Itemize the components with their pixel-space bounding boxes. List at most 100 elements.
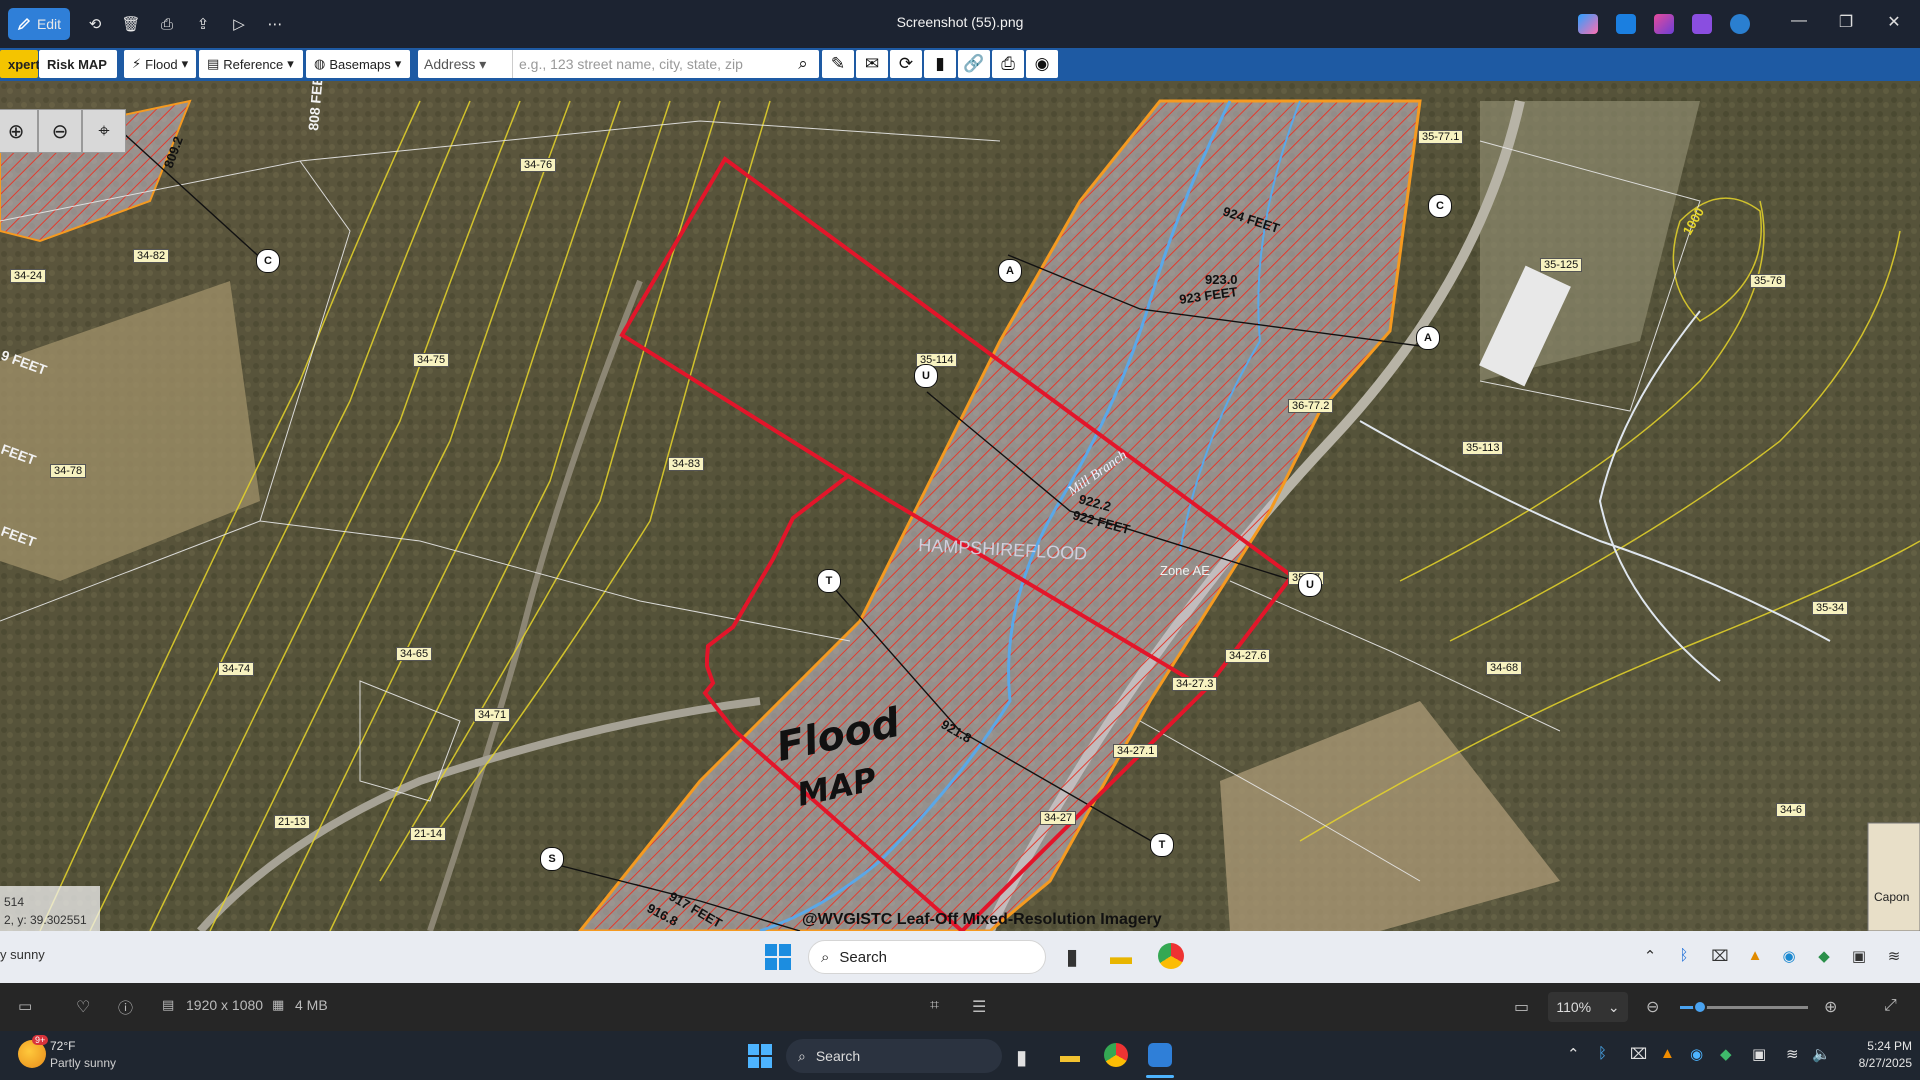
- restore-icon[interactable]: ❐: [1834, 12, 1858, 36]
- copilot-icon[interactable]: [1578, 14, 1598, 34]
- cross-section-marker: C: [1428, 194, 1452, 218]
- captured-app-icon[interactable]: ▲: [1745, 947, 1765, 967]
- captured-app2-icon[interactable]: ◉: [1779, 947, 1799, 967]
- comment-icon[interactable]: ✉: [856, 50, 888, 78]
- zone-label: Zone AE: [1160, 563, 1210, 578]
- photos-app-icon[interactable]: [1148, 1043, 1172, 1067]
- reference-menu-label: Reference: [223, 56, 284, 72]
- captured-chevron-icon[interactable]: ⌃: [1640, 947, 1660, 967]
- captured-wifi-icon[interactable]: ≋: [1884, 947, 1904, 967]
- cross-section-marker: S: [540, 847, 564, 871]
- filmstrip-icon[interactable]: ▭: [18, 997, 32, 1015]
- zoom-in-viewer-icon[interactable]: ⊕: [1824, 997, 1837, 1017]
- display-icon[interactable]: ▣: [1752, 1045, 1766, 1063]
- parcel-label: 34-24: [10, 269, 47, 283]
- map-canvas[interactable]: Flood MAP HAMPSHIREFLOOD Zone AE Mill Br…: [0, 67, 1920, 934]
- map-toolbar: xpert Risk MAP ⚡ Flood ▾ ▤ Reference ▾ ◍ Base…: [0, 48, 1920, 81]
- parcel-label: 35-113: [1462, 441, 1504, 455]
- captured-display-icon[interactable]: ▣: [1849, 947, 1869, 967]
- tray-chevron-icon[interactable]: ⌃: [1567, 1045, 1580, 1063]
- flood-menu[interactable]: ⚡ Flood ▾: [124, 50, 196, 78]
- address-type-select[interactable]: Address ▾: [418, 50, 513, 78]
- cross-section-marker: U: [1298, 573, 1322, 597]
- address-input[interactable]: e.g., 123 street name, city, state, zip: [513, 56, 743, 72]
- task-view-icon[interactable]: ▮: [1016, 1045, 1027, 1070]
- file-explorer-icon[interactable]: ▬: [1060, 1045, 1080, 1068]
- minimize-icon[interactable]: —: [1787, 12, 1811, 36]
- bluetooth-icon[interactable]: ᛒ: [1598, 1045, 1607, 1062]
- flood-menu-label: Flood: [145, 56, 178, 72]
- parcel-label: 34-65: [396, 647, 433, 661]
- visual-search-icon[interactable]: ⌗: [930, 997, 939, 1015]
- usb-icon[interactable]: ⌧: [1630, 1045, 1647, 1063]
- weather-badge: 9+: [32, 1035, 49, 1045]
- coordinate-line1: 514: [4, 895, 24, 909]
- parcel-label: 34-74: [218, 662, 255, 676]
- dimensions-icon: ▤: [162, 997, 175, 1012]
- text-extract-icon[interactable]: ☰: [972, 997, 986, 1017]
- tray-app-icon[interactable]: ▲: [1660, 1045, 1675, 1062]
- zoom-slider[interactable]: [1680, 1000, 1808, 1014]
- reference-menu[interactable]: ▤ Reference ▾: [199, 50, 303, 78]
- clipchamp-icon[interactable]: [1692, 14, 1712, 34]
- tab-expert[interactable]: xpert: [0, 50, 40, 78]
- fullscreen-icon[interactable]: ⤢: [1884, 997, 1897, 1015]
- fit-to-window-icon[interactable]: ▭: [1514, 997, 1529, 1017]
- search-icon[interactable]: ⌕: [787, 50, 819, 78]
- clock-date[interactable]: 8/27/2025: [1840, 1056, 1912, 1070]
- zoom-in-icon[interactable]: ⊕: [0, 109, 38, 153]
- info-icon[interactable]: ⓘ: [118, 997, 133, 1018]
- address-search[interactable]: Address ▾ e.g., 123 street name, city, s…: [418, 50, 816, 78]
- cross-section-marker: U: [914, 364, 938, 388]
- start-icon[interactable]: [748, 1044, 772, 1068]
- basemaps-menu[interactable]: ◍ Basemaps ▾: [306, 50, 410, 78]
- draw-icon[interactable]: ✎: [822, 50, 854, 78]
- app-shortcuts: [1578, 14, 1750, 34]
- captured-start-icon[interactable]: [765, 944, 791, 970]
- designer-icon[interactable]: [1654, 14, 1674, 34]
- locate-icon[interactable]: ◉: [1026, 50, 1058, 78]
- captured-explorer-icon[interactable]: ▬: [1110, 944, 1132, 969]
- zoom-level-select[interactable]: 110% ⌄: [1548, 992, 1628, 1022]
- zoom-slider-thumb[interactable]: [1693, 1000, 1707, 1014]
- wifi-icon[interactable]: ≋: [1786, 1045, 1799, 1063]
- favorite-icon[interactable]: ♡: [76, 997, 90, 1017]
- parcel-label: 35-77.1: [1418, 130, 1464, 144]
- zoom-out-icon[interactable]: ⊖: [38, 109, 82, 153]
- screenshot-image: xpert Risk MAP ⚡ Flood ▾ ▤ Reference ▾ ◍ Base…: [0, 48, 1920, 983]
- captured-chrome-icon[interactable]: [1158, 943, 1184, 969]
- parcel-label: 35-125: [1540, 258, 1583, 272]
- volume-icon[interactable]: 🔈: [1812, 1045, 1831, 1063]
- parcel-label: 34-27.6: [1225, 649, 1271, 663]
- clock-time[interactable]: 5:24 PM: [1854, 1039, 1912, 1053]
- tab-risk-map[interactable]: Risk MAP: [39, 50, 117, 78]
- zoom-dropdown-icon: ⌄: [1607, 998, 1620, 1015]
- chrome-icon[interactable]: [1104, 1043, 1128, 1067]
- link-icon[interactable]: 🔗: [958, 50, 990, 78]
- windows-taskbar: 9+ 72°F Partly sunny ⌕ Search ▮ ▬ ⌃ ᛒ ⌧ …: [0, 1031, 1920, 1080]
- weather-condition: Partly sunny: [50, 1056, 117, 1070]
- close-icon[interactable]: ✕: [1882, 12, 1906, 36]
- inset-map[interactable]: [1867, 822, 1920, 932]
- taskbar-search-icon: ⌕: [798, 1047, 806, 1064]
- defender-icon[interactable]: ◆: [1720, 1045, 1732, 1063]
- crosshair-icon[interactable]: ⌖: [82, 109, 126, 153]
- zoom-out-viewer-icon[interactable]: ⊖: [1646, 997, 1659, 1017]
- captured-taskview-icon[interactable]: ▮: [1062, 944, 1082, 969]
- refresh-icon[interactable]: ⟳: [890, 50, 922, 78]
- captured-search-icon: ⌕: [821, 948, 830, 966]
- parcel-label: 34-78: [50, 464, 87, 478]
- document-icon[interactable]: ▮: [924, 50, 956, 78]
- photos-icon[interactable]: [1616, 14, 1636, 34]
- cross-section-marker: T: [817, 569, 841, 593]
- captured-search-box[interactable]: ⌕ Search: [808, 940, 1046, 974]
- tray-app2-icon[interactable]: ◉: [1690, 1045, 1703, 1063]
- taskbar-search-box[interactable]: ⌕ Search: [786, 1039, 1002, 1073]
- captured-usb-icon[interactable]: ⌧: [1710, 947, 1730, 967]
- captured-defender-icon[interactable]: ◆: [1814, 947, 1834, 967]
- print-map-icon[interactable]: ⎙: [992, 50, 1024, 78]
- onedrive-icon[interactable]: [1730, 14, 1750, 34]
- address-type-label: Address: [424, 56, 476, 72]
- parcel-label: 34-75: [413, 353, 450, 367]
- captured-bluetooth-icon[interactable]: ᛒ: [1674, 947, 1694, 967]
